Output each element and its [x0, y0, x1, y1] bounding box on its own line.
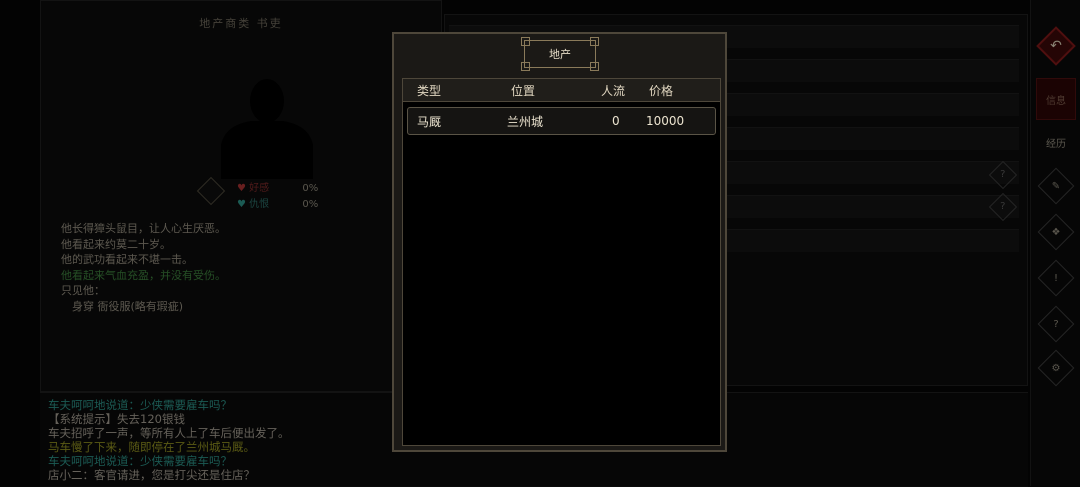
col-header-price: 价格 — [649, 83, 674, 98]
col-header-type: 类型 — [417, 83, 442, 98]
table-row[interactable]: 马厩 兰州城 0 10000 — [407, 107, 716, 135]
table-header: 类型 位置 人流 价格 — [403, 79, 720, 102]
cell-price: 10000 — [646, 114, 685, 128]
property-table: 类型 位置 人流 价格 马厩 兰州城 0 10000 — [402, 78, 721, 446]
cell-traffic: 0 — [612, 114, 620, 128]
property-dialog: 地产 类型 位置 人流 价格 马厩 兰州城 0 10000 — [392, 32, 727, 452]
dialog-title: 地产 — [549, 48, 571, 61]
dialog-title-frame: 地产 — [521, 37, 599, 71]
col-header-traffic: 人流 — [601, 83, 626, 98]
cell-location: 兰州城 — [507, 114, 544, 129]
col-header-location: 位置 — [511, 83, 536, 98]
cell-type: 马厩 — [417, 114, 442, 129]
